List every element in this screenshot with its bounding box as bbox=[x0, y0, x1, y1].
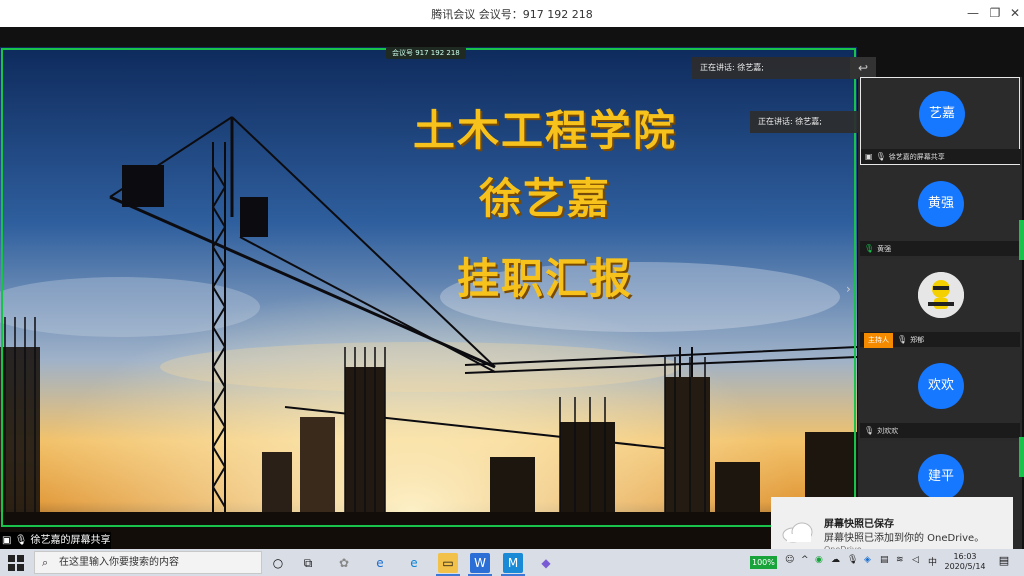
host-badge: 主持人 bbox=[864, 333, 893, 348]
chevron-right-icon[interactable]: › bbox=[846, 282, 856, 298]
tray-app-icon[interactable]: ◉ bbox=[815, 555, 823, 565]
edge-browser-icon[interactable]: e bbox=[404, 553, 424, 573]
taskbar-clock[interactable]: 16:03 2020/5/14 bbox=[944, 552, 986, 572]
slide-title-line-1: 土木工程学院 bbox=[412, 106, 677, 155]
person-icon[interactable]: ☺ bbox=[785, 555, 794, 565]
clock-date: 2020/5/14 bbox=[944, 562, 986, 571]
participant-name-bar: 主持人 🎙 郑郁 bbox=[860, 332, 1020, 348]
return-icon[interactable]: ↩ bbox=[850, 57, 876, 79]
share-caption-text: 徐艺嘉的屏幕共享 bbox=[30, 535, 111, 546]
muted-microphone-icon: 🎙 bbox=[897, 335, 908, 344]
minimize-button[interactable]: — bbox=[962, 3, 984, 23]
file-explorer-icon[interactable]: ▭ bbox=[438, 553, 458, 573]
screen-share-icon: ▣ bbox=[2, 535, 12, 546]
participant-name-bar: 🎙 黄强 bbox=[860, 241, 1020, 256]
search-placeholder: 在这里输入你要搜索的内容 bbox=[59, 557, 179, 568]
cartoon-avatar-image bbox=[918, 272, 964, 318]
tencent-meeting-icon[interactable]: M bbox=[503, 553, 523, 573]
participant-tile[interactable]: 主持人 🎙 郑郁 bbox=[860, 259, 1020, 348]
avatar: 欢欢 bbox=[918, 363, 964, 409]
maximize-button[interactable]: ❐ bbox=[984, 3, 1006, 23]
taskbar-search-input[interactable]: ⌕ 在这里输入你要搜索的内容 bbox=[34, 551, 262, 574]
close-button[interactable]: ✕ bbox=[1004, 3, 1024, 23]
clock-time: 16:03 bbox=[953, 552, 977, 561]
shared-screen: 土木工程学院 徐艺嘉 挂职汇报 bbox=[0, 47, 857, 552]
wps-writer-icon[interactable]: W bbox=[470, 553, 490, 573]
ime-indicator[interactable]: 中 bbox=[928, 555, 937, 568]
chevron-up-icon[interactable]: ^ bbox=[801, 555, 809, 565]
battery-indicator[interactable]: 100% bbox=[750, 556, 777, 569]
meeting-stage: 土木工程学院 徐艺嘉 挂职汇报 会议号 917 192 218 正在讲话: 徐艺… bbox=[0, 27, 1024, 567]
app-icon[interactable]: ✿ bbox=[334, 553, 354, 573]
participant-tile[interactable]: 黄强 🎙 黄强 bbox=[860, 168, 1020, 256]
participant-tile[interactable]: 欢欢 🎙 刘欢欢 bbox=[860, 350, 1020, 438]
ie-browser-icon[interactable]: e bbox=[370, 553, 390, 573]
participant-name: 徐艺嘉的屏幕共享 bbox=[888, 153, 945, 161]
participant-name-bar: ▣ 🎙 徐艺嘉的屏幕共享 bbox=[861, 149, 1021, 164]
volume-icon[interactable]: ◁ bbox=[912, 555, 919, 565]
avatar: 艺嘉 bbox=[919, 91, 965, 137]
notification-center-icon[interactable]: ▤ bbox=[996, 554, 1012, 570]
window-title: 腾讯会议 会议号：917 192 218 bbox=[431, 8, 593, 21]
participant-name: 郑郁 bbox=[910, 336, 925, 344]
avatar: 建平 bbox=[918, 454, 964, 500]
cortana-icon[interactable]: ○ bbox=[268, 553, 288, 573]
search-icon: ⌕ bbox=[42, 556, 49, 569]
avatar: 黄强 bbox=[918, 181, 964, 227]
speaking-indicator: 正在讲话: 徐艺嘉; bbox=[692, 57, 850, 79]
dropbox-icon[interactable]: ◈ bbox=[864, 555, 871, 565]
shield-app-icon[interactable]: ◆ bbox=[536, 553, 556, 573]
cloud-tray-icon[interactable]: ☁ bbox=[831, 555, 840, 565]
participant-panel: 艺嘉 ▣ 🎙 徐艺嘉的屏幕共享 黄强 🎙 黄强 主持人 🎙 郑郁 欢欢 🎙 刘欢… bbox=[858, 77, 1022, 549]
slide-title-line-2: 徐艺嘉 bbox=[478, 174, 611, 223]
window-titlebar: 腾讯会议 会议号：917 192 218 — ❐ ✕ bbox=[0, 0, 1024, 27]
panel-scroll-indicator[interactable] bbox=[1019, 437, 1024, 477]
participant-tile[interactable]: 艺嘉 ▣ 🎙 徐艺嘉的屏幕共享 bbox=[860, 77, 1021, 165]
notification-title: 屏幕快照已保存 bbox=[824, 519, 894, 530]
share-caption: ▣ 🎙 徐艺嘉的屏幕共享 bbox=[0, 532, 111, 550]
participant-name: 黄强 bbox=[877, 245, 892, 253]
microphone-icon: 🎙 bbox=[864, 244, 875, 253]
windows-start-icon[interactable] bbox=[8, 555, 24, 571]
participant-name: 刘欢欢 bbox=[877, 427, 899, 435]
muted-microphone-icon: 🎙 bbox=[864, 426, 875, 435]
panel-scroll-indicator[interactable] bbox=[1019, 220, 1024, 260]
task-view-icon[interactable]: ⧉ bbox=[298, 553, 318, 573]
cloud-icon bbox=[782, 522, 813, 543]
microphone-tray-icon[interactable]: 🎙 bbox=[847, 555, 858, 565]
participant-name-bar: 🎙 刘欢欢 bbox=[860, 423, 1020, 438]
notification-body: 屏幕快照已添加到你的 OneDrive。 bbox=[824, 533, 985, 544]
meeting-id-chip: 会议号 917 192 218 bbox=[386, 47, 466, 59]
screen-share-icon: ▣ bbox=[865, 152, 873, 161]
microphone-icon: 🎙 bbox=[875, 152, 886, 161]
speaking-indicator-secondary: 正在讲话: 徐艺嘉; bbox=[750, 111, 860, 133]
microphone-icon: 🎙 bbox=[14, 535, 28, 546]
wifi-icon[interactable]: ≋ bbox=[896, 555, 904, 565]
slide-title-line-3: 挂职汇报 bbox=[456, 254, 633, 303]
windows-taskbar: ⌕ 在这里输入你要搜索的内容 ○ ⧉ ✿ e e ▭ W M ◆ 100% ☺ … bbox=[0, 549, 1024, 576]
network-icon[interactable]: ▤ bbox=[880, 555, 889, 565]
